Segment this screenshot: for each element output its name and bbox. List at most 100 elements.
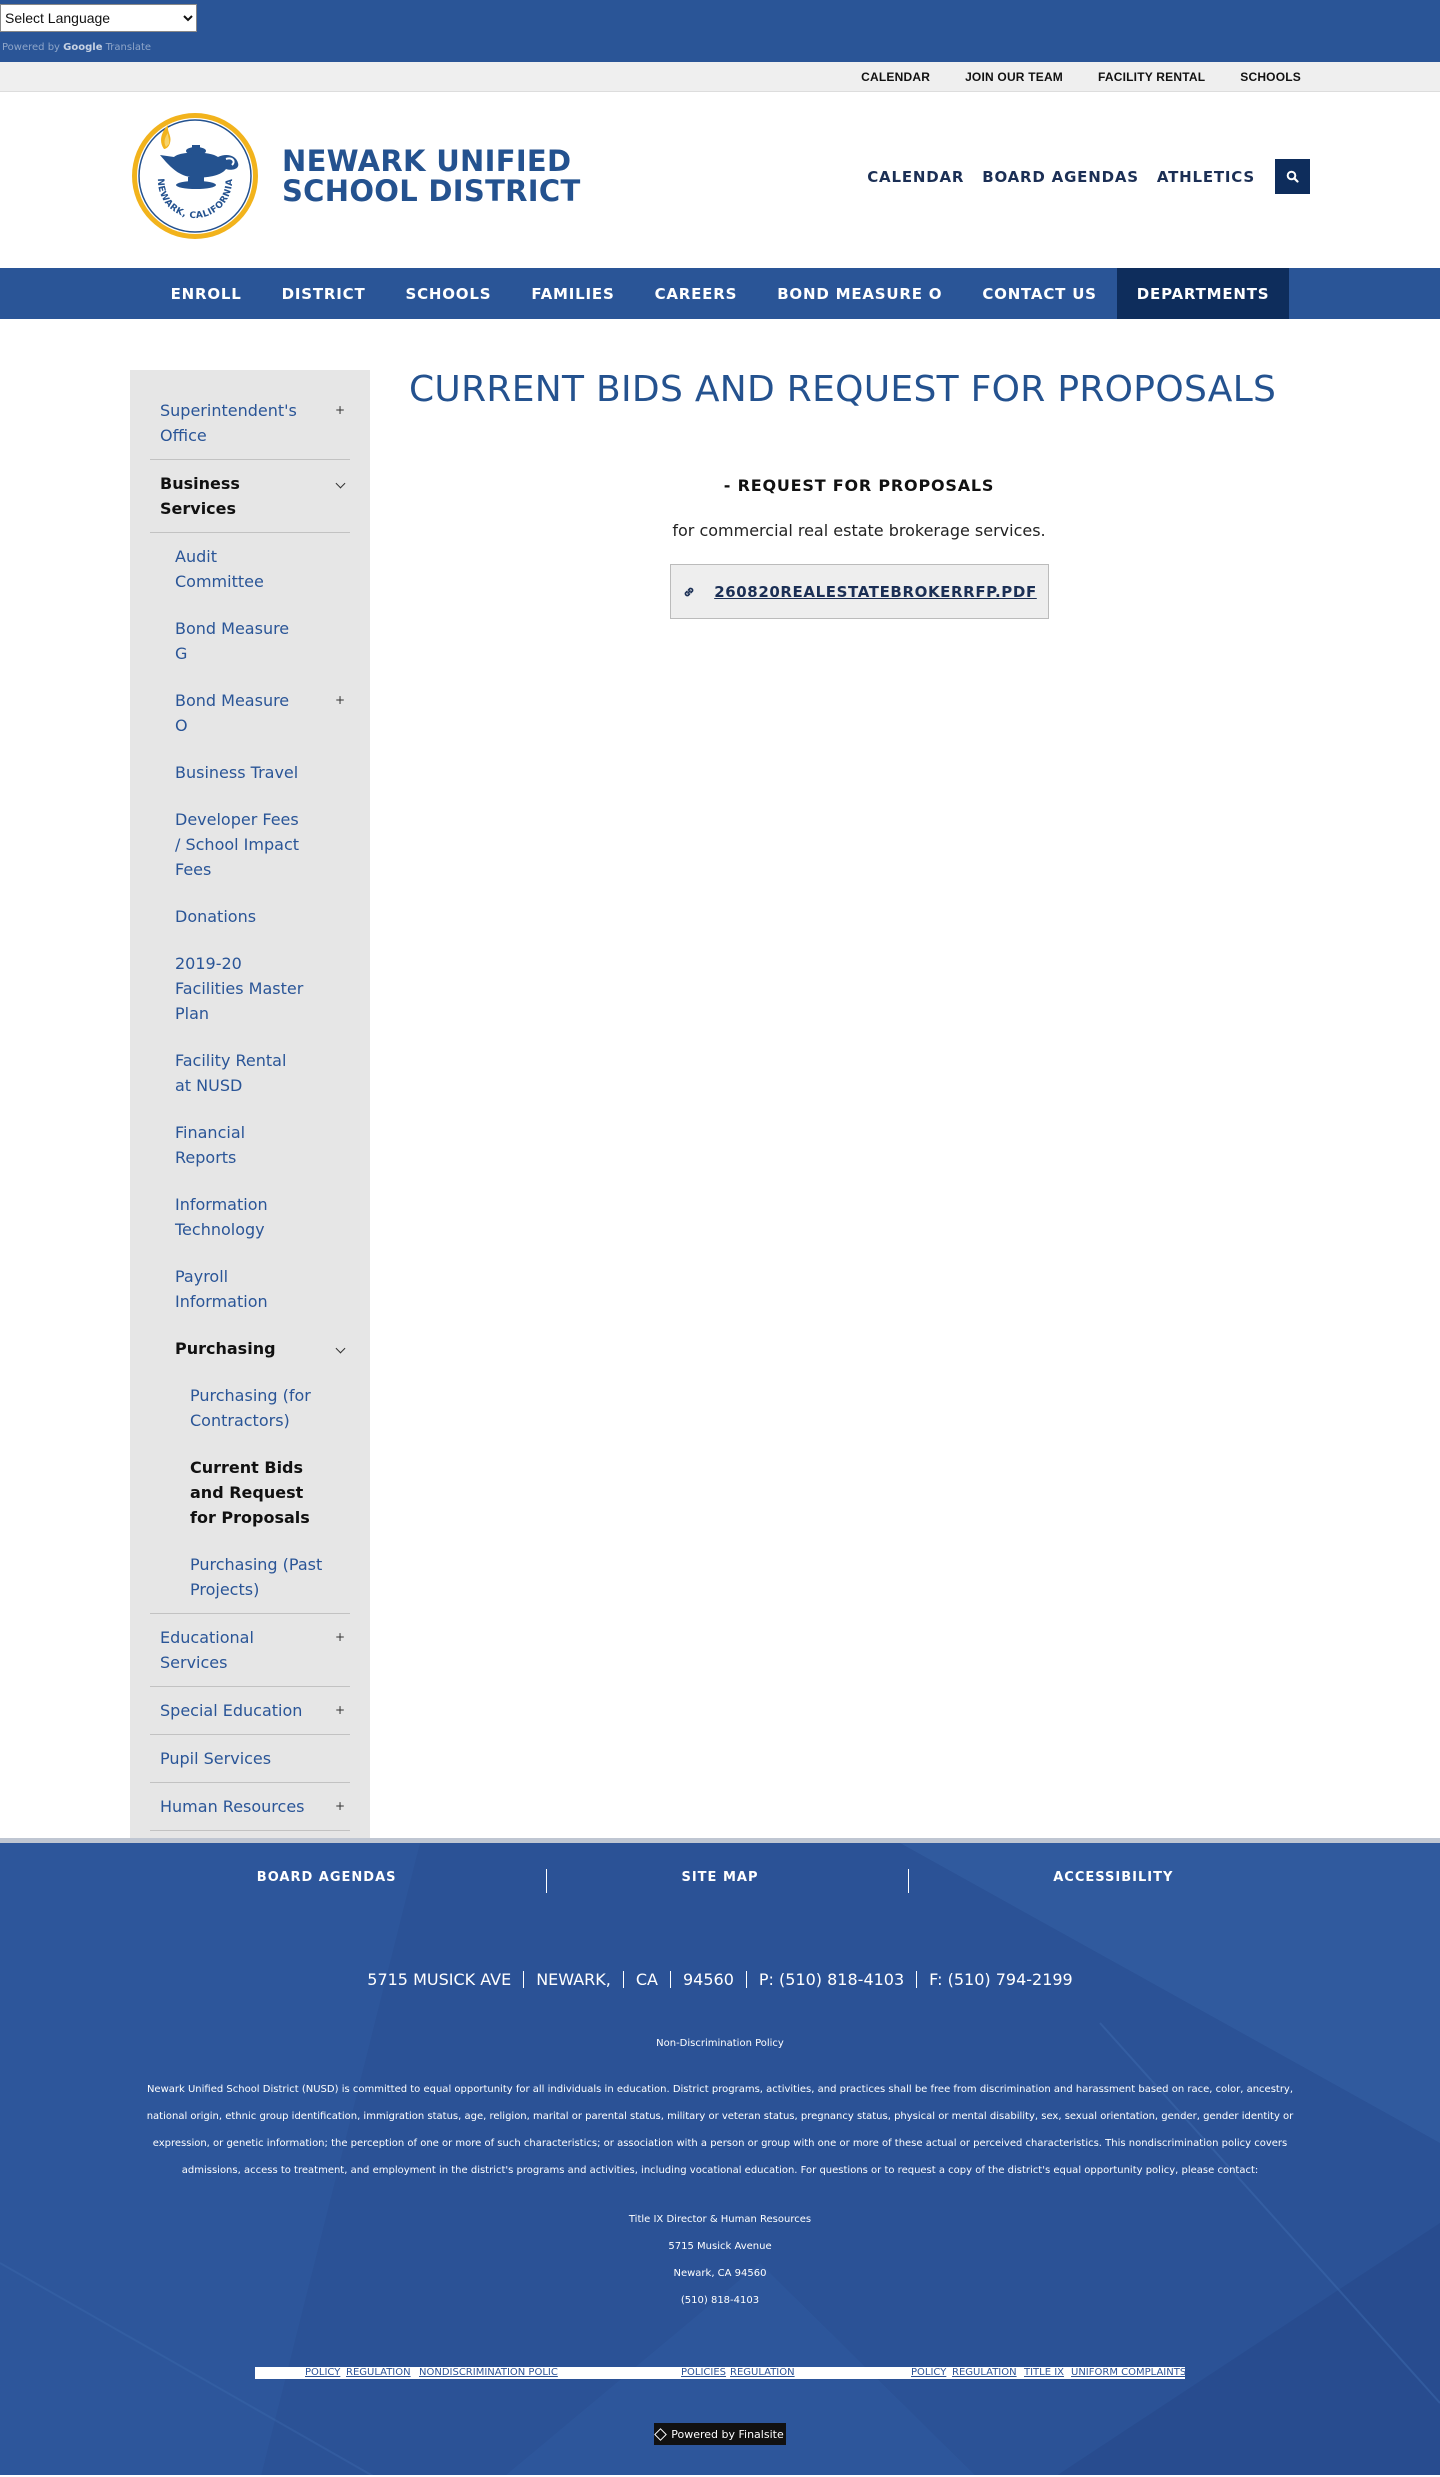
sidebar-item[interactable]: Pupil Services — [150, 1735, 350, 1783]
sidebar-item[interactable]: Business Travel — [150, 749, 350, 796]
main-nav-enroll[interactable]: ENROLL — [151, 268, 262, 319]
sidebar-item[interactable]: Payroll Information — [150, 1253, 350, 1325]
sidebar-item-label: Pupil Services — [160, 1749, 272, 1768]
language-select[interactable]: Select Language — [0, 4, 197, 32]
chevron-shape — [335, 478, 345, 489]
header-link-athletics[interactable]: ATHLETICS — [1157, 168, 1255, 186]
finalsite-logo-icon — [654, 2427, 668, 2441]
sidebar-item[interactable]: Special Education + — [150, 1687, 350, 1735]
sidebar-item[interactable]: Financial Reports — [150, 1109, 350, 1181]
sidebar-item-label: Business Travel — [175, 763, 299, 782]
sidebar-item[interactable]: Business Services — [150, 460, 350, 533]
expand-plus-icon[interactable]: + — [330, 398, 350, 423]
header-link-board-agendas[interactable]: BOARD AGENDAS — [982, 168, 1139, 186]
rfp-description: for commercial real estate brokerage ser… — [672, 521, 1046, 540]
policy-links-bar: POLICY REGULATION NONDISCRIMINATION POLI… — [255, 2367, 1186, 2379]
rfp-heading: - REQUEST FOR PROPOSALS — [723, 476, 995, 495]
main-nav-careers[interactable]: CAREERS — [635, 268, 758, 319]
sidebar-item-label: Information Technology — [175, 1195, 268, 1239]
sidebar-item[interactable]: Purchasing (Past Projects) — [150, 1541, 350, 1614]
chevron-down-icon[interactable] — [330, 1336, 350, 1361]
address-phone[interactable]: P: (510) 818-4103 — [759, 1970, 904, 1989]
main-nav: ENROLL DISTRICT SCHOOLS FAMILIES CAREERS… — [0, 268, 1440, 319]
search-icon — [1286, 170, 1299, 183]
sidebar-item-label: Special Education — [160, 1701, 303, 1720]
sidebar-item[interactable]: Audit Committee — [150, 533, 350, 605]
powered-by-finalsite-text: Powered by Finalsite — [671, 2427, 784, 2441]
main-nav-departments[interactable]: DEPARTMENTS — [1116, 268, 1290, 319]
address-street: 5715 MUSICK AVE — [367, 1970, 512, 1989]
policy-link[interactable]: POLICY — [911, 2367, 946, 2379]
main-nav-schools[interactable]: SCHOOLS — [385, 268, 511, 319]
sidebar-item[interactable]: Bond Measure G — [150, 605, 350, 677]
title-ix-link[interactable]: TITLE IX — [1024, 2367, 1064, 2379]
sidebar-item[interactable]: Bond Measure O + — [150, 677, 350, 749]
expand-plus-icon[interactable]: + — [330, 688, 350, 713]
non-discrimination-title: Non-Discrimination Policy — [656, 2038, 784, 2049]
expand-plus-icon[interactable]: + — [330, 1625, 350, 1650]
search-button[interactable] — [1275, 159, 1310, 194]
main-nav-contact-us[interactable]: CONTACT US — [962, 268, 1116, 319]
main-nav-families[interactable]: FAMILIES — [511, 268, 634, 319]
sidebar-item[interactable]: Educational Services + — [150, 1614, 350, 1687]
utility-link-schools[interactable]: SCHOOLS — [1240, 70, 1301, 84]
link-icon — [684, 587, 694, 596]
rfp-file-link[interactable]: 260820REALESTATEBROKERRFP.PDF — [670, 564, 1049, 619]
powered-by-google: Powered by Google Translate — [2, 42, 151, 53]
district-logo-link[interactable]: NEWARK, CALIFORNIA NEWARK UNIFIED SCHOOL… — [130, 111, 581, 241]
footer-link-accessibility[interactable]: ACCESSIBILITY — [917, 1870, 1310, 1885]
sidebar-item[interactable]: 2019-20 Facilities Master Plan — [150, 940, 350, 1037]
sidebar-item[interactable]: Human Resources + — [150, 1783, 350, 1831]
header-link-calendar[interactable]: CALENDAR — [867, 168, 964, 186]
expand-plus-icon[interactable]: + — [330, 1698, 350, 1723]
sidebar-item-label: Current Bids and Request for Proposals — [190, 1458, 310, 1527]
sidebar-item[interactable]: Current Bids and Request for Proposals — [150, 1444, 350, 1541]
address-city: NEWARK, — [536, 1970, 611, 1989]
main-nav-bond-measure-o[interactable]: BOND MEASURE O — [757, 268, 962, 319]
district-name: NEWARK UNIFIED SCHOOL DISTRICT — [282, 146, 581, 206]
policy-link[interactable]: POLICY — [305, 2367, 340, 2379]
sidebar-item-label: Purchasing — [175, 1339, 276, 1358]
sidebar-item-label: Audit Committee — [175, 547, 264, 591]
powered-by-finalsite-badge[interactable]: Powered by Finalsite — [654, 2423, 786, 2445]
footer-link-board-agendas[interactable]: BOARD AGENDAS — [130, 1870, 523, 1885]
translate-link[interactable]: Translate — [106, 42, 151, 53]
sidebar-item-label: Educational Services — [160, 1628, 254, 1672]
sidebar-item[interactable]: Donations — [150, 893, 350, 940]
regulation-link[interactable]: REGULATION — [952, 2367, 1017, 2379]
footer-link-site-map[interactable]: SITE MAP — [523, 1870, 916, 1885]
sidebar-item[interactable]: Superintendent's Office + — [150, 387, 350, 460]
sidebar-item[interactable]: Facility Rental at NUSD — [150, 1037, 350, 1109]
non-discrimination-body: Newark Unified School District (NUSD) is… — [146, 2084, 1294, 2176]
nondiscrimination-policy-link[interactable]: NONDISCRIMINATION POLIC — [419, 2367, 558, 2379]
chevron-down-icon[interactable] — [330, 471, 350, 496]
sidebar-item-label: Facility Rental at NUSD — [175, 1051, 287, 1095]
site-header: NEWARK, CALIFORNIA NEWARK UNIFIED SCHOOL… — [0, 92, 1440, 268]
sidebar-item-label: Business Services — [160, 474, 240, 518]
uniform-complaints-link[interactable]: UNIFORM COMPLAINTS — [1071, 2367, 1186, 2379]
district-name-line2: SCHOOL DISTRICT — [282, 174, 581, 208]
footer-divider — [908, 1869, 909, 1893]
expand-plus-icon[interactable]: + — [330, 1794, 350, 1819]
footer-contact: Title IX Director & Human Resources 5715… — [0, 2206, 1440, 2314]
sidebar-item[interactable]: Purchasing (for Contractors) — [150, 1372, 350, 1444]
utility-link-join-our-team[interactable]: JOIN OUR TEAM — [965, 70, 1063, 84]
sidebar-item[interactable]: Information Technology — [150, 1181, 350, 1253]
main-nav-district[interactable]: DISTRICT — [262, 268, 386, 319]
regulation-link[interactable]: REGULATION — [346, 2367, 411, 2379]
district-name-line1: NEWARK UNIFIED — [282, 144, 572, 178]
footer-links: BOARD AGENDAS SITE MAP ACCESSIBILITY — [130, 1870, 1310, 1885]
regulation-link[interactable]: REGULATION — [730, 2367, 795, 2379]
chevron-shape — [335, 1343, 345, 1354]
utility-link-facility-rental[interactable]: FACILITY RENTAL — [1098, 70, 1205, 84]
sidebar-item[interactable]: Purchasing — [150, 1325, 350, 1372]
utility-link-calendar[interactable]: CALENDAR — [861, 70, 930, 84]
sidebar-item[interactable]: Developer Fees / School Impact Fees — [150, 796, 350, 893]
sidebar-item-label: Developer Fees / School Impact Fees — [175, 810, 300, 879]
contact-phone: (510) 818-4103 — [680, 2295, 760, 2306]
page-title: CURRENT BIDS AND REQUEST FOR PROPOSALS — [409, 369, 1277, 410]
sidebar-item-label: 2019-20 Facilities Master Plan — [175, 954, 304, 1023]
footer-address: 5715 MUSICK AVE NEWARK, CA 94560 P: (510) 81… — [0, 1970, 1440, 1989]
policies-link[interactable]: POLICIES — [681, 2367, 726, 2379]
powered-prefix: Powered by — [2, 42, 60, 53]
